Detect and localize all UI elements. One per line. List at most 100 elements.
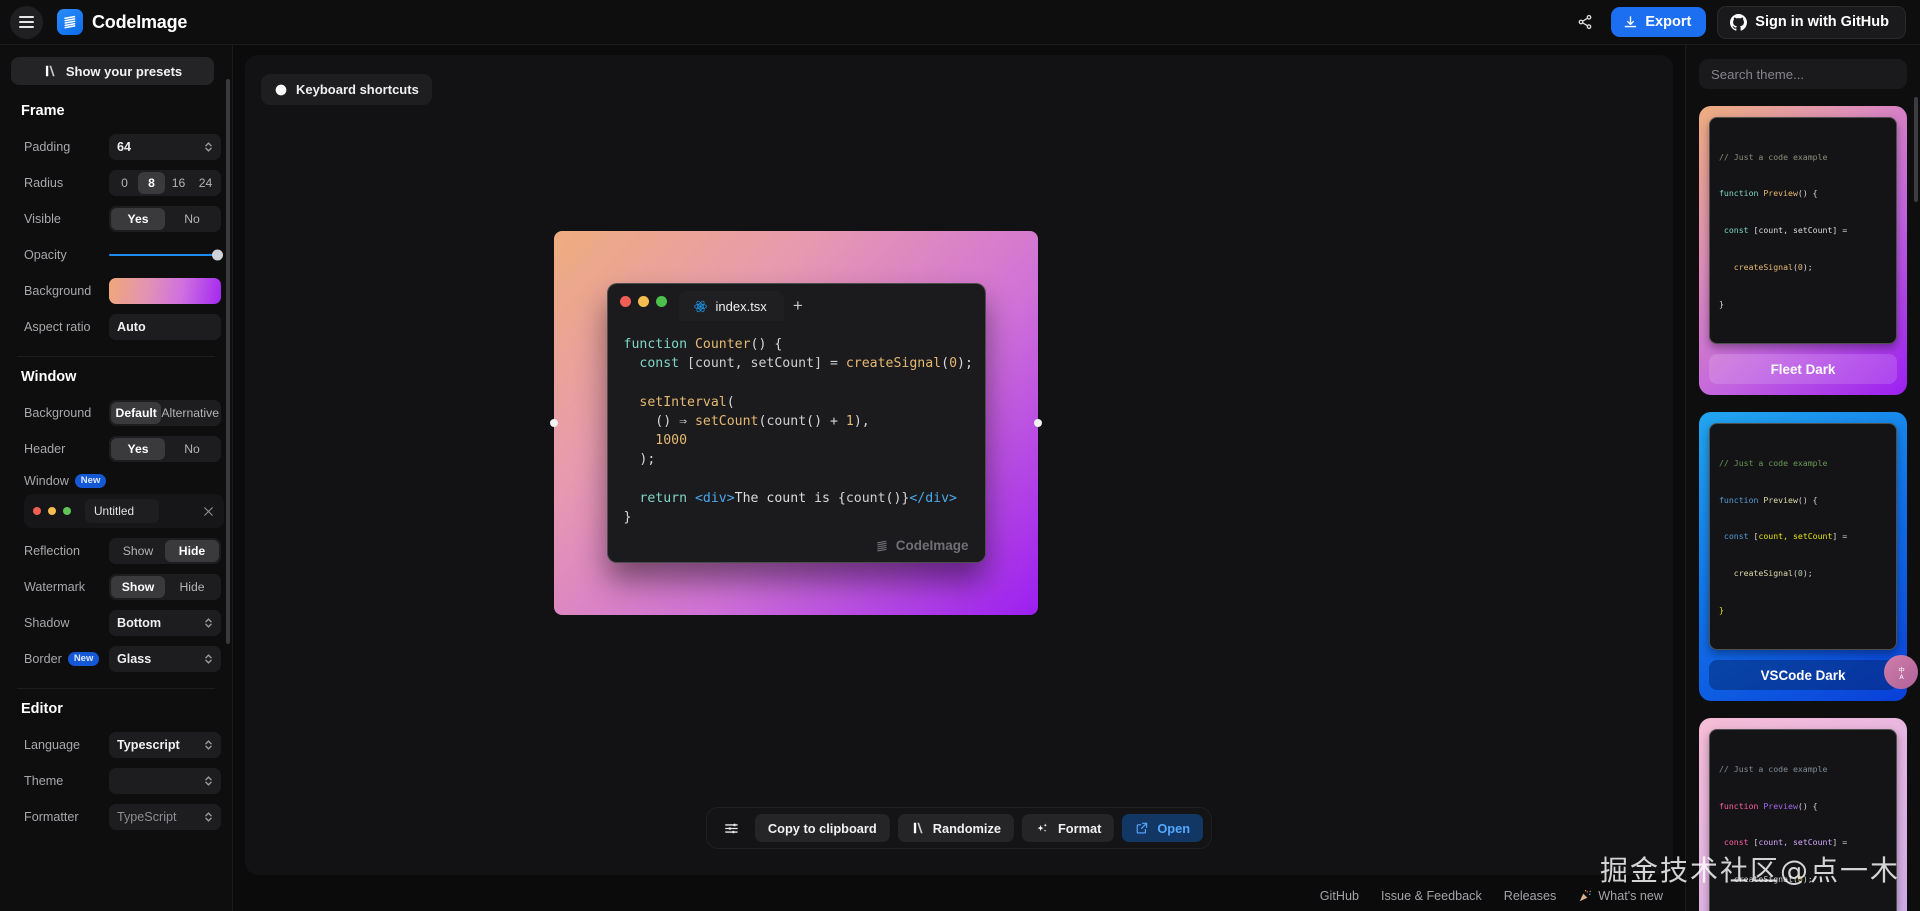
theme-select[interactable] [109, 768, 221, 794]
language-select[interactable]: Typescript [109, 732, 221, 758]
code-window: index.tsx + function Counter() { const [… [607, 283, 986, 563]
footer-link-github[interactable]: GitHub [1320, 889, 1359, 903]
footer-link-issue-feedback[interactable]: Issue & Feedback [1381, 889, 1482, 903]
hamburger-icon[interactable] [10, 6, 43, 39]
radius-option-16[interactable]: 16 [165, 172, 192, 194]
formatter-value: TypeScript [117, 810, 177, 824]
watermark-segmented[interactable]: Show Hide [109, 574, 221, 600]
window-background-option-default[interactable]: Default [111, 402, 161, 424]
github-signin-button[interactable]: Sign in with GitHub [1717, 6, 1906, 39]
row-window-title-header: Window New [11, 470, 221, 492]
section-title-editor: Editor [21, 701, 221, 717]
code-line: () ⇒ setCount(count() + 1), [624, 412, 969, 431]
padding-stepper[interactable]: 64 [109, 134, 221, 160]
row-window-header: Header Yes No [11, 434, 221, 464]
sidebar-scrollbar[interactable] [226, 79, 230, 644]
opacity-slider-track [109, 254, 221, 257]
theme-card-xcode-dark[interactable]: // Just a code example function Preview(… [1699, 718, 1907, 911]
theme-card-fleet-dark[interactable]: // Just a code example function Preview(… [1699, 106, 1907, 395]
app-root: CodeImage Export Sign in with GitHub [0, 0, 1920, 911]
label-theme: Theme [24, 774, 109, 788]
resize-handle-right[interactable] [1034, 419, 1042, 427]
footer-link-releases[interactable]: Releases [1504, 889, 1557, 903]
copy-to-clipboard-button[interactable]: Copy to clipboard [755, 814, 890, 842]
minimize-dot-icon[interactable] [638, 296, 649, 307]
radius-option-24[interactable]: 24 [192, 172, 219, 194]
new-tab-button[interactable]: + [784, 291, 812, 321]
code-window-header: index.tsx + [608, 284, 985, 321]
watermark-option-show[interactable]: Show [111, 576, 165, 598]
format-button[interactable]: Format [1022, 814, 1114, 842]
footer-link-whats-new[interactable]: What's new [1578, 889, 1663, 903]
share-icon[interactable] [1569, 7, 1600, 38]
randomize-button[interactable]: Randomize [898, 814, 1014, 842]
border-select[interactable]: Glass [109, 646, 221, 672]
opacity-slider-knob[interactable] [212, 250, 223, 261]
show-presets-label: Show your presets [66, 64, 182, 79]
window-title-input[interactable]: Untitled [85, 499, 159, 523]
frame-background-swatch[interactable] [109, 278, 221, 304]
code-line: setInterval( [624, 393, 969, 412]
react-icon [693, 299, 708, 314]
visible-option-no[interactable]: No [165, 208, 219, 230]
traffic-light-maximize-icon [63, 507, 71, 515]
shadow-select[interactable]: Bottom [109, 610, 221, 636]
opacity-slider[interactable] [109, 242, 221, 268]
code-watermark-label: CodeImage [896, 538, 969, 553]
label-shadow: Shadow [24, 616, 109, 630]
traffic-light-minimize-icon [48, 507, 56, 515]
open-button[interactable]: Open [1122, 814, 1203, 842]
row-theme: Theme [11, 766, 221, 796]
row-frame-background: Background [11, 276, 221, 306]
help-circle-icon: ? [274, 83, 288, 97]
brand: CodeImage [57, 9, 187, 35]
randomize-icon [911, 821, 925, 835]
export-button[interactable]: Export [1611, 7, 1706, 37]
radius-option-0[interactable]: 0 [111, 172, 138, 194]
reflection-option-hide[interactable]: Hide [165, 540, 219, 562]
translate-fab-icon[interactable]: 中 A [1884, 655, 1918, 689]
window-title-value: Untitled [94, 504, 134, 518]
show-presets-button[interactable]: Show your presets [11, 57, 214, 85]
window-background-segmented[interactable]: Default Alternative [109, 400, 221, 426]
radius-option-8[interactable]: 8 [138, 172, 165, 194]
window-background-option-alternative[interactable]: Alternative [161, 402, 219, 424]
codeimage-logo-icon [57, 9, 83, 35]
theme-panel-scrollbar[interactable] [1914, 97, 1918, 202]
row-border: Border New Glass [11, 644, 221, 674]
github-signin-label: Sign in with GitHub [1755, 14, 1889, 30]
visible-option-yes[interactable]: Yes [111, 208, 165, 230]
preview-frame[interactable]: index.tsx + function Counter() { const [… [554, 231, 1038, 615]
sliders-icon[interactable] [715, 814, 747, 842]
row-visible: Visible Yes No [11, 204, 221, 234]
code-window-traffic-lights [620, 284, 667, 321]
canvas-surface[interactable]: ? Keyboard shortcuts [245, 55, 1673, 875]
visible-segmented[interactable]: Yes No [109, 206, 221, 232]
watermark-option-hide[interactable]: Hide [165, 576, 219, 598]
window-title-clear-icon[interactable] [202, 505, 215, 518]
search-theme-input[interactable]: Search theme... [1699, 59, 1907, 89]
code-tab-index-tsx[interactable]: index.tsx [679, 291, 784, 321]
maximize-dot-icon[interactable] [656, 296, 667, 307]
window-header-option-yes[interactable]: Yes [111, 438, 165, 460]
aspect-ratio-select[interactable]: Auto [109, 314, 221, 340]
window-header-option-no[interactable]: No [165, 438, 219, 460]
chevron-updown-icon [204, 617, 213, 629]
code-content[interactable]: function Counter() { const [count, setCo… [608, 321, 985, 562]
label-window-text: Window [24, 474, 69, 488]
presets-icon [43, 64, 57, 78]
reflection-option-show[interactable]: Show [111, 540, 165, 562]
padding-value: 64 [117, 140, 131, 154]
keyboard-shortcuts-button[interactable]: ? Keyboard shortcuts [261, 74, 432, 105]
formatter-select[interactable]: TypeScript [109, 804, 221, 830]
close-dot-icon[interactable] [620, 296, 631, 307]
label-radius: Radius [24, 176, 109, 190]
row-opacity: Opacity [11, 240, 221, 270]
resize-handle-left[interactable] [550, 419, 558, 427]
window-header-segmented[interactable]: Yes No [109, 436, 221, 462]
radius-segmented[interactable]: 0 8 16 24 [109, 170, 221, 196]
row-window-background: Background Default Alternative [11, 398, 221, 428]
theme-card-vscode-dark[interactable]: // Just a code example function Preview(… [1699, 412, 1907, 701]
label-visible: Visible [24, 212, 109, 226]
reflection-segmented[interactable]: Show Hide [109, 538, 221, 564]
